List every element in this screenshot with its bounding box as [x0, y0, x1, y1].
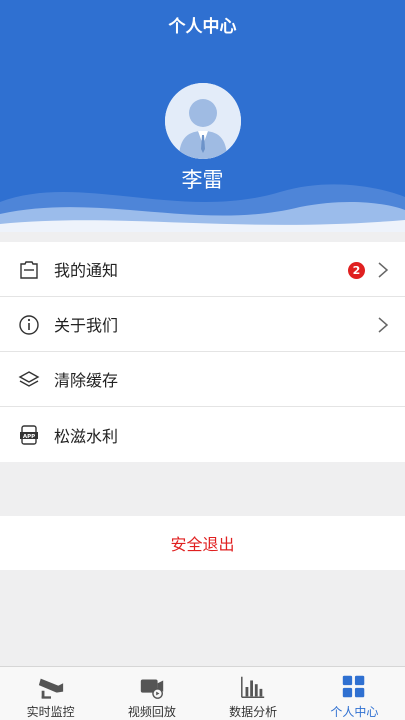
profile-header: 个人中心 李雷 — [0, 0, 405, 232]
logout-label: 安全退出 — [170, 535, 235, 554]
logout-button[interactable]: 安全退出 — [0, 516, 405, 570]
bottom-tabbar: 实时监控 视频回放 数据分析 个人中心 — [0, 666, 405, 720]
tab-personal-center[interactable]: 个人中心 — [304, 667, 405, 720]
inbox-icon — [20, 261, 38, 279]
grid-icon — [343, 675, 365, 698]
user-icon — [165, 83, 241, 159]
chevron-right-icon — [378, 317, 389, 333]
svg-text:APP: APP — [23, 434, 35, 440]
menu-item-app[interactable]: APP 松滋水利 — [0, 407, 405, 462]
tab-label: 实时监控 — [26, 705, 75, 719]
info-icon — [19, 315, 39, 335]
menu-item-clear-cache[interactable]: 清除缓存 — [0, 352, 405, 407]
tab-label: 视频回放 — [127, 705, 176, 719]
tab-label: 个人中心 — [330, 705, 379, 719]
layers-icon — [18, 371, 40, 387]
bar-chart-icon — [241, 676, 265, 699]
video-replay-icon — [140, 679, 164, 699]
menu-item-label: 清除缓存 — [54, 371, 119, 390]
menu-item-label: 我的通知 — [54, 261, 119, 280]
tab-realtime-monitor[interactable]: 实时监控 — [0, 667, 101, 720]
wave-decoration — [0, 184, 405, 232]
tab-data-analysis[interactable]: 数据分析 — [203, 667, 304, 720]
page-title: 个人中心 — [168, 17, 237, 37]
menu-list: 我的通知 2 关于我们 清除缓存 APP 松滋水利 — [0, 242, 405, 462]
chevron-right-icon — [378, 262, 389, 278]
tab-label: 数据分析 — [229, 705, 278, 719]
avatar[interactable] — [165, 83, 241, 159]
menu-item-label: 松滋水利 — [54, 426, 119, 446]
notification-badge: 2 — [348, 262, 365, 279]
menu-item-notifications[interactable]: 我的通知 2 — [0, 242, 405, 297]
camera-icon — [38, 678, 63, 699]
menu-item-about[interactable]: 关于我们 — [0, 297, 405, 352]
app-icon: APP — [20, 425, 38, 445]
tab-video-replay[interactable]: 视频回放 — [101, 667, 202, 720]
menu-item-label: 关于我们 — [54, 316, 119, 335]
